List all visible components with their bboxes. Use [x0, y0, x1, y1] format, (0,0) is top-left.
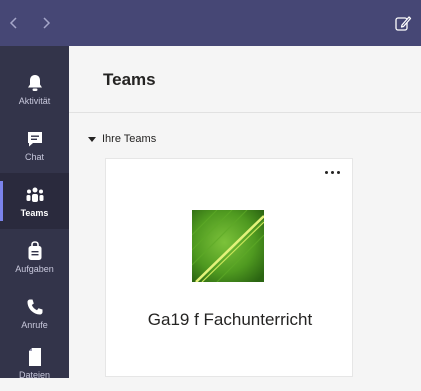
more-icon: [337, 171, 340, 174]
rail-item-label: Dateien: [18, 370, 51, 380]
rail-item-label: Aufgaben: [15, 264, 54, 274]
rail-item-files[interactable]: Dateien: [0, 335, 69, 391]
assignments-icon: [24, 240, 46, 262]
team-card[interactable]: Ga19 f Fachunterricht: [105, 158, 353, 377]
chevron-left-icon: [9, 17, 17, 29]
back-button[interactable]: [4, 12, 24, 34]
compose-icon: [395, 16, 412, 31]
rail-item-assignments[interactable]: Aufgaben: [0, 229, 69, 285]
rail-item-chat[interactable]: Chat: [0, 117, 69, 173]
chevron-right-icon: [43, 17, 51, 29]
your-teams-section-toggle[interactable]: Ihre Teams: [88, 133, 156, 145]
section-label: Ihre Teams: [102, 133, 157, 145]
forward-button[interactable]: [36, 12, 56, 34]
rail-item-activity[interactable]: Aktivität: [0, 61, 69, 117]
chat-icon: [24, 128, 46, 150]
page-title: Teams: [103, 70, 156, 89]
caret-down-icon: [88, 136, 96, 142]
team-name: Ga19 f Fachunterricht: [147, 310, 313, 329]
app-bar: Aktivität Chat Teams Aufgaben Anrufe Dat…: [0, 46, 69, 380]
bell-icon: [24, 72, 46, 94]
more-icon: [325, 171, 328, 174]
rail-item-label: Chat: [24, 152, 44, 162]
file-icon: [24, 346, 46, 368]
rail-item-label: Aktivität: [18, 96, 51, 106]
rail-item-label: Anrufe: [21, 320, 48, 330]
phone-icon: [24, 296, 46, 318]
rail-item-label: Teams: [20, 208, 49, 218]
new-chat-button[interactable]: [391, 12, 415, 34]
more-options-button[interactable]: [325, 171, 340, 174]
leaf-image: [192, 210, 264, 282]
more-icon: [331, 171, 334, 174]
rail-item-calls[interactable]: Anrufe: [0, 285, 69, 341]
title-bar: [0, 0, 421, 46]
teams-icon: [24, 184, 46, 206]
page-header: Teams: [69, 46, 421, 113]
team-avatar: [192, 210, 264, 282]
rail-item-teams[interactable]: Teams: [0, 173, 69, 229]
